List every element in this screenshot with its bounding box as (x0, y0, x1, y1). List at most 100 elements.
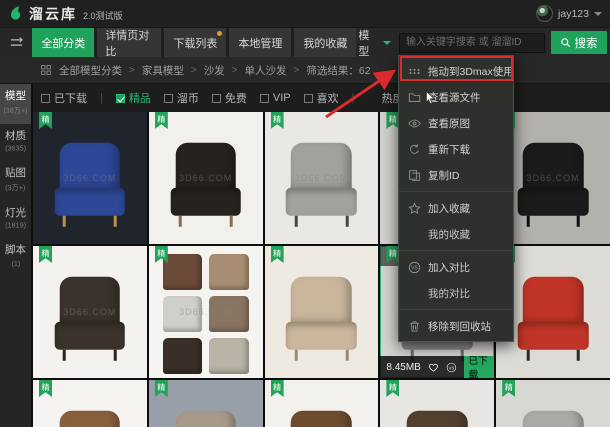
file-size: 8.45MB (386, 361, 421, 373)
menu-item-view-original-image[interactable]: 查看原图 (399, 110, 513, 136)
chevron-down-icon (594, 11, 602, 16)
tab-all-categories[interactable]: 全部分类 (32, 28, 95, 57)
model-tile[interactable]: 精 (264, 380, 379, 427)
breadcrumb-item[interactable]: 沙发 (204, 63, 225, 78)
filter-free[interactable]: 免费 (211, 90, 247, 106)
model-tile[interactable]: 精 3D66.COM (148, 246, 263, 378)
compare-vs-icon[interactable] (446, 360, 457, 375)
sidebar-item-textures[interactable]: 贴图 (3万+) (0, 161, 31, 201)
filter-premium[interactable]: 精品 (115, 90, 151, 106)
menu-item-drag-to-3dmax[interactable]: 拖动到3Dmax使用 (399, 58, 514, 84)
checkbox-icon (41, 93, 50, 103)
category-sidebar: 模型 (38万+) 材质 (3635) 贴图 (3万+) 灯光 (1819) 脚本 (1) (0, 84, 33, 427)
watermark: 3D66.COM (526, 173, 580, 183)
breadcrumb-item[interactable]: 全部模型分类 (59, 63, 122, 78)
sidebar-item-label: 灯光 (5, 206, 26, 219)
tab-detail-compare[interactable]: 详情页对比 (97, 28, 162, 58)
sidebar-item-count: (38万+) (3, 105, 28, 115)
chair-thumbnail (55, 410, 126, 427)
collage-chair-thumb (162, 254, 203, 290)
sidebar-item-lights[interactable]: 灯光 (1819) (0, 201, 31, 239)
filter-vip[interactable]: VIP (259, 92, 291, 104)
chair-thumbnail (402, 410, 473, 427)
sidebar-item-label: 贴图 (5, 167, 26, 180)
sidebar-item-models[interactable]: 模型 (38万+) (0, 84, 31, 124)
model-tile[interactable]: 精 (33, 380, 147, 427)
menu-item-label: 移除到回收站 (428, 320, 491, 333)
premium-badge: 精 (270, 246, 284, 263)
menu-item-view-source-file[interactable]: 查看源文件 (399, 84, 513, 110)
username: jay123 (558, 7, 589, 20)
menu-item-redownload[interactable]: 重新下载 (399, 136, 513, 162)
menu-item-add-favorite[interactable]: 加入收藏 (399, 195, 513, 221)
collage-chair-thumb (162, 338, 203, 374)
menu-item-label: 加入对比 (428, 261, 470, 274)
sidebar-item-label: 模型 (5, 90, 26, 102)
menu-item-my-favorites[interactable]: 我的收藏 (399, 221, 513, 247)
breadcrumb-item[interactable]: 单人沙发 (245, 63, 287, 78)
chair-thumbnail (517, 142, 589, 227)
chair-thumbnail (170, 410, 241, 427)
chair-thumbnail (170, 142, 241, 227)
search-button[interactable]: 搜索 (550, 31, 607, 54)
model-tile[interactable]: 精 (380, 380, 495, 427)
sidebar-item-materials[interactable]: 材质 (3635) (0, 124, 31, 162)
user-menu[interactable]: jay123 (536, 5, 602, 22)
menu-divider (399, 191, 513, 192)
avatar[interactable] (536, 5, 554, 22)
model-tile[interactable]: 精 (496, 380, 610, 427)
search-input[interactable] (398, 32, 545, 53)
sidebar-toggle-button[interactable] (0, 28, 33, 57)
filter-label: 已下载 (54, 93, 87, 105)
filter-separator: | (351, 92, 355, 104)
redownload-icon (408, 143, 421, 156)
menu-item-label: 加入收藏 (428, 202, 470, 215)
model-tile[interactable]: 精 3D66.COM (148, 112, 263, 244)
menu-icon (9, 35, 24, 50)
tab-download-list[interactable]: 下载列表 (164, 28, 227, 57)
watermark: 3D66.COM (179, 307, 233, 317)
menu-item-my-compare[interactable]: 我的对比 (399, 280, 513, 306)
model-tile[interactable]: 精 3D66.COM (264, 112, 379, 244)
search-category-select[interactable]: 模型 (356, 27, 393, 59)
breadcrumb-separator: > (231, 64, 238, 76)
breadcrumb-item[interactable]: 家具模型 (142, 63, 184, 78)
menu-item-copy-id[interactable]: 复制ID (399, 162, 513, 188)
menu-item-label: 查看源文件 (428, 91, 481, 104)
checkbox-icon (211, 93, 221, 103)
checkbox-icon (163, 93, 173, 103)
checkbox-icon (303, 93, 313, 103)
premium-badge: 精 (270, 112, 284, 129)
search-bar: 模型 搜索 (356, 27, 610, 59)
star-icon (408, 202, 421, 215)
model-tile[interactable]: 精 3D66.COM (33, 246, 147, 378)
menu-item-remove-to-recycle[interactable]: 移除到回收站 (399, 313, 513, 339)
filter-downloaded[interactable]: 已下载 (41, 90, 87, 106)
sidebar-item-scripts[interactable]: 脚本 (1) (0, 238, 31, 276)
model-tile[interactable]: 精 (148, 380, 263, 427)
grid-icon (40, 64, 52, 76)
app-logo: 溜云库 2.0测试版 (8, 4, 123, 24)
chair-thumbnail (286, 276, 357, 361)
premium-badge: 精 (270, 380, 284, 397)
premium-badge: 精 (39, 112, 52, 129)
watermark: 3D66.COM (63, 307, 117, 317)
menu-item-add-compare[interactable]: 加入对比 (399, 254, 513, 280)
sidebar-item-label: 材质 (5, 129, 26, 142)
favorite-heart-icon[interactable] (428, 360, 439, 375)
breadcrumb-separator: > (293, 64, 300, 76)
model-tile[interactable]: 精 3D66.COM (33, 112, 147, 244)
menu-divider (399, 309, 513, 310)
filter-coin[interactable]: 溜币 (163, 90, 199, 106)
chair-thumbnail (518, 410, 589, 427)
tab-local-manage[interactable]: 本地管理 (229, 28, 292, 57)
filter-liked[interactable]: 喜欢 (303, 90, 339, 106)
tab-label: 全部分类 (41, 37, 86, 50)
filter-label: 免费 (224, 93, 247, 105)
tab-my-favorites[interactable]: 我的收藏 (294, 28, 357, 57)
watermark: 3D66.COM (294, 173, 348, 183)
filter-label: 精品 (128, 93, 151, 105)
search-button-label: 搜索 (574, 37, 598, 50)
model-tile[interactable]: 精 (264, 246, 379, 378)
tab-label: 本地管理 (238, 37, 283, 50)
